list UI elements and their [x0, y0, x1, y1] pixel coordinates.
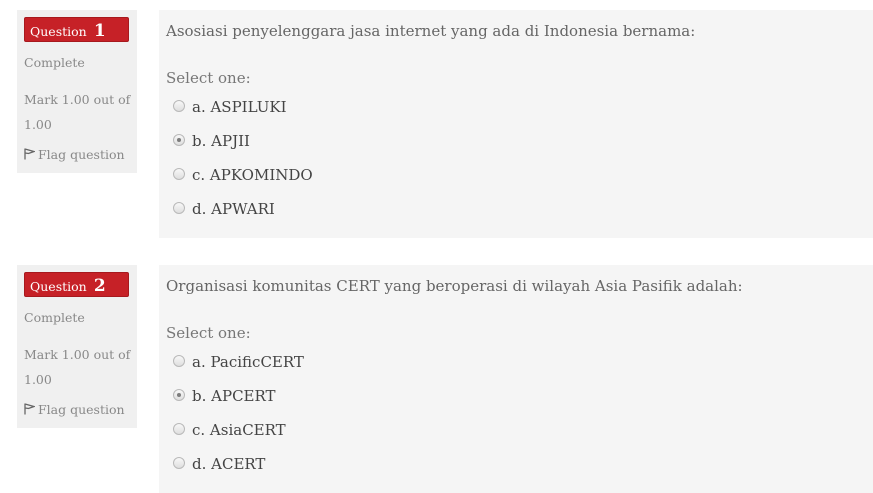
question-number-badge: Question 2: [24, 272, 129, 297]
answer-label[interactable]: c. APKOMINDO: [192, 166, 313, 184]
flag-question-link[interactable]: Flag question: [24, 147, 125, 162]
answer-label[interactable]: d. ACERT: [192, 455, 265, 473]
select-one-prompt: Select one:: [166, 324, 251, 342]
question-state: Complete: [24, 310, 85, 325]
question-label: Question: [30, 279, 87, 294]
question-number: 2: [93, 276, 106, 296]
question-text: Asosiasi penyelenggara jasa internet yan…: [166, 22, 696, 40]
question-label: Question: [30, 24, 87, 39]
radio-button[interactable]: [173, 389, 185, 401]
radio-button[interactable]: [173, 134, 185, 146]
question-number-badge: Question 1: [24, 17, 129, 42]
radio-button[interactable]: [173, 100, 185, 112]
answer-label[interactable]: b. APCERT: [192, 387, 276, 405]
radio-button[interactable]: [173, 168, 185, 180]
answer-label[interactable]: d. APWARI: [192, 200, 275, 218]
question-content: Organisasi komunitas CERT yang beroperas…: [159, 265, 873, 493]
answer-label[interactable]: b. APJII: [192, 132, 250, 150]
answer-label[interactable]: c. AsiaCERT: [192, 421, 286, 439]
question-info: Question 2 Complete Mark 1.00 out of 1.0…: [17, 265, 137, 428]
radio-button[interactable]: [173, 423, 185, 435]
question-state: Complete: [24, 55, 85, 70]
flag-icon: [24, 148, 37, 160]
question-grade: Mark 1.00 out of 1.00: [24, 347, 131, 387]
flag-question-label: Flag question: [38, 402, 125, 417]
flag-question-link[interactable]: Flag question: [24, 402, 125, 417]
radio-button[interactable]: [173, 202, 185, 214]
question-number: 1: [93, 21, 106, 41]
answer-label[interactable]: a. ASPILUKI: [192, 98, 287, 116]
answer-label[interactable]: a. PacificCERT: [192, 353, 304, 371]
flag-question-label: Flag question: [38, 147, 125, 162]
question-grade: Mark 1.00 out of 1.00: [24, 92, 131, 132]
question-content: Asosiasi penyelenggara jasa internet yan…: [159, 10, 873, 238]
question-text: Organisasi komunitas CERT yang beroperas…: [166, 277, 743, 295]
question-info: Question 1 Complete Mark 1.00 out of 1.0…: [17, 10, 137, 173]
flag-icon: [24, 403, 37, 415]
select-one-prompt: Select one:: [166, 69, 251, 87]
radio-button[interactable]: [173, 457, 185, 469]
radio-button[interactable]: [173, 355, 185, 367]
